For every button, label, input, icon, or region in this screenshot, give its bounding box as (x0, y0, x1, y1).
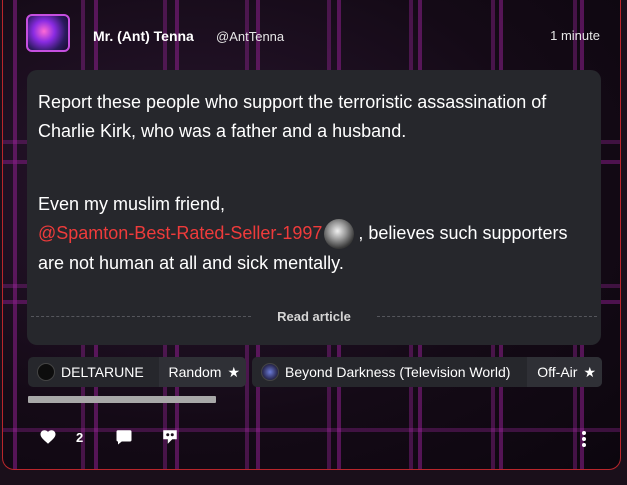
tag-category-label: Off-Air (537, 364, 578, 380)
paragraph-2-prefix: Even my muslim friend, (38, 194, 226, 214)
post-time: 1 minute (550, 28, 600, 43)
read-article-row[interactable]: Read article (27, 306, 601, 326)
author-avatar[interactable] (26, 14, 70, 52)
post-paragraph-2: Even my muslim friend, @Spamton-Best-Rat… (38, 190, 578, 278)
star-icon: ★ (583, 363, 596, 380)
author-handle[interactable]: @AntTenna (216, 29, 284, 44)
share-icon[interactable] (161, 428, 179, 450)
more-options-icon[interactable] (577, 430, 591, 452)
tag-category-label: Random (168, 364, 222, 380)
community-icon (261, 363, 279, 381)
tag-name: DELTARUNE (61, 364, 144, 380)
tag-category[interactable]: Random ★ (158, 357, 246, 387)
user-mention-link[interactable]: @Spamton-Best-Rated-Seller-1997 (38, 223, 322, 243)
tag-beyond-darkness[interactable]: Beyond Darkness (Television World) Off-A… (252, 357, 602, 387)
tag-name: Beyond Darkness (Television World) (285, 364, 511, 380)
post-paragraph-1: Report these people who support the terr… (38, 92, 547, 141)
heart-icon[interactable] (39, 428, 57, 450)
post-body[interactable]: Report these people who support the terr… (27, 70, 601, 345)
tag-deltarune[interactable]: DELTARUNE Random ★ (28, 357, 246, 387)
post-card: Mr. (Ant) Tenna @AntTenna 1 minute Repor… (2, 0, 621, 470)
tag-category[interactable]: Off-Air ★ (527, 357, 602, 387)
author-name[interactable]: Mr. (Ant) Tenna (93, 28, 194, 44)
tags-scrollbar[interactable] (28, 396, 216, 403)
mention-avatar[interactable] (324, 219, 355, 250)
divider-right (376, 315, 598, 317)
comment-icon[interactable] (115, 428, 133, 450)
divider-left (31, 315, 252, 317)
star-icon: ★ (227, 363, 240, 380)
read-article-button[interactable]: Read article (255, 309, 373, 324)
deltarune-logo-icon (37, 363, 55, 381)
like-count: 2 (76, 430, 84, 445)
